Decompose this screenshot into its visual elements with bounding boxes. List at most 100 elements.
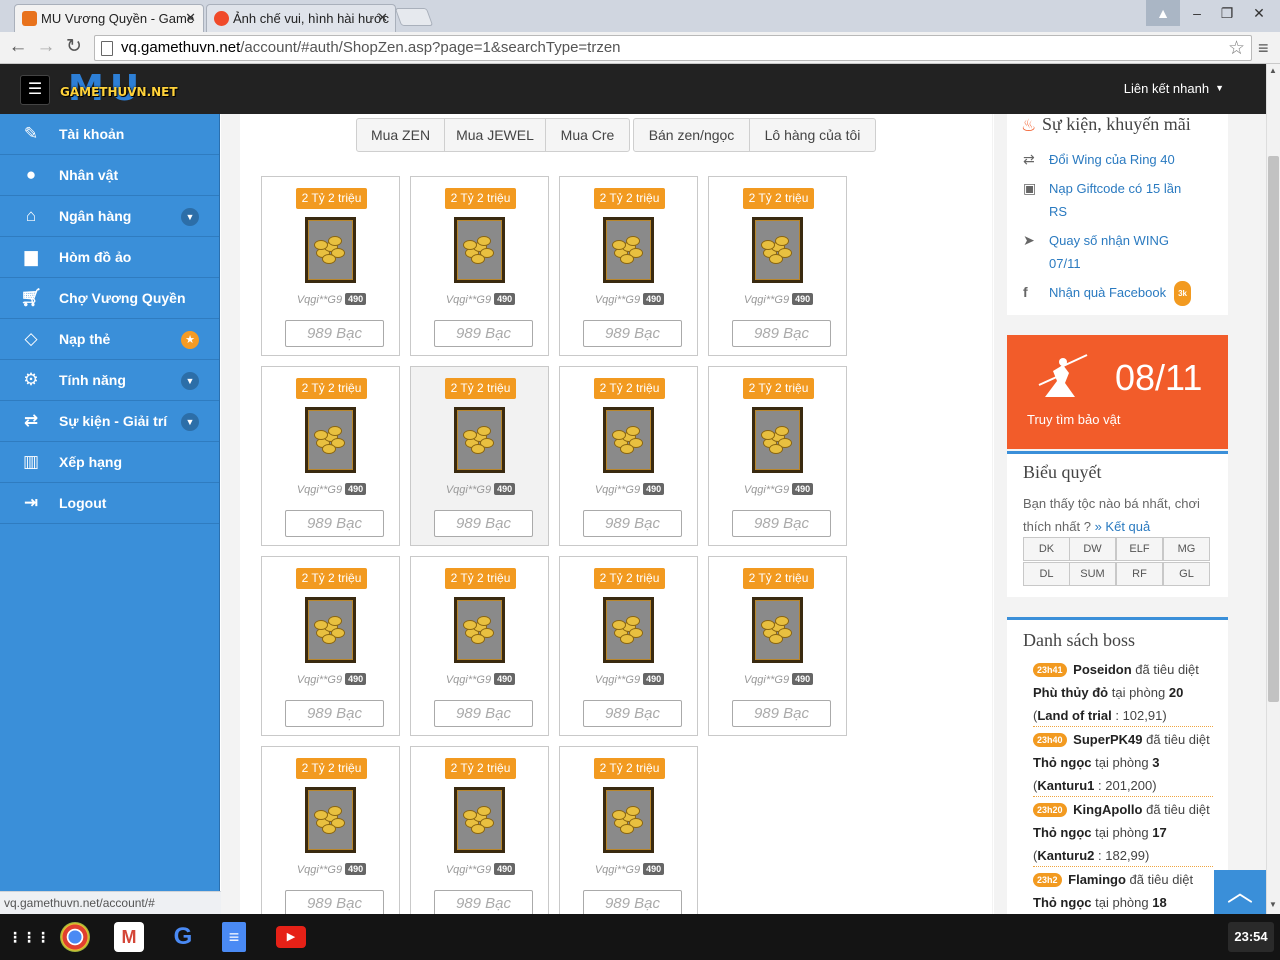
buy-price-button[interactable]: 989 Bạc: [732, 700, 831, 727]
gmail-icon[interactable]: M: [114, 922, 144, 952]
event-link[interactable]: Quay số nhận WING 07/11: [1049, 229, 1199, 275]
level-badge: 490: [494, 483, 516, 495]
buy-price-button[interactable]: 989 Bạc: [285, 700, 384, 727]
docs-icon[interactable]: ≡: [222, 922, 246, 952]
buy-price-button[interactable]: 989 Bạc: [285, 890, 384, 914]
gold-coins-icon: [612, 234, 645, 264]
coin-icon: [322, 254, 336, 264]
gold-coins-icon: [314, 804, 347, 834]
boss-name: Thỏ ngọc: [1033, 755, 1092, 770]
poll-option-dk[interactable]: DK: [1023, 537, 1070, 561]
price-badge: 2 Tỷ 2 triệu: [594, 378, 665, 399]
shop-item-card[interactable]: 2 Tỷ 2 triệu Vqgi**G9 490 989 Bạc: [261, 746, 400, 914]
poll-option-rf[interactable]: RF: [1116, 562, 1163, 586]
scroll-down-arrow-icon[interactable]: ▼: [1269, 900, 1277, 909]
chrome-icon[interactable]: [60, 922, 90, 952]
buy-price-button[interactable]: 989 Bạc: [732, 510, 831, 537]
shop-item-card[interactable]: 2 Tỷ 2 triệu Vqgi**G9 490 989 Bạc: [410, 556, 549, 736]
buy-price-button[interactable]: 989 Bạc: [434, 700, 533, 727]
event-link[interactable]: Đổi Wing của Ring 40: [1049, 148, 1199, 171]
coin-icon: [314, 620, 328, 630]
shop-item-card[interactable]: 2 Tỷ 2 triệu Vqgi**G9 490 989 Bạc: [708, 556, 847, 736]
seller-name: Vqgi**G9 490: [262, 293, 401, 306]
boss-time-badge: 23h20: [1033, 803, 1067, 817]
buy-price-button[interactable]: 989 Bạc: [434, 890, 533, 914]
shop-item-card[interactable]: 2 Tỷ 2 triệu Vqgi**G9 490 989 Bạc: [261, 176, 400, 356]
shop-item-card[interactable]: 2 Tỷ 2 triệu Vqgi**G9 490 989 Bạc: [410, 176, 549, 356]
poll-option-mg[interactable]: MG: [1163, 537, 1210, 561]
coin-icon: [775, 426, 789, 436]
buy-price-button[interactable]: 989 Bạc: [285, 510, 384, 537]
player-name[interactable]: KingApollo: [1073, 802, 1142, 817]
coin-icon: [471, 444, 485, 454]
coin-icon: [761, 620, 775, 630]
seller-name: Vqgi**G9 490: [262, 483, 401, 496]
coin-icon: [322, 444, 336, 454]
zen-item-image: [454, 597, 505, 663]
scroll-up-arrow-icon[interactable]: ▲: [1269, 66, 1277, 75]
poll-result-link[interactable]: » Kết quả: [1095, 519, 1151, 534]
event-item[interactable]: f Nhận quà Facebook 3k: [1023, 281, 1223, 306]
level-badge: 490: [643, 863, 665, 875]
zen-item-image: [454, 217, 505, 283]
boss-name: Thỏ ngọc: [1033, 895, 1092, 910]
shop-item-card[interactable]: 2 Tỷ 2 triệu Vqgi**G9 490 989 Bạc: [708, 176, 847, 356]
poll-option-gl[interactable]: GL: [1163, 562, 1210, 586]
shop-item-card[interactable]: 2 Tỷ 2 triệu Vqgi**G9 490 989 Bạc: [410, 366, 549, 546]
gold-coins-icon: [761, 234, 794, 264]
shop-item-card[interactable]: 2 Tỷ 2 triệu Vqgi**G9 490 989 Bạc: [559, 366, 698, 546]
poll-option-dw[interactable]: DW: [1069, 537, 1116, 561]
coin-icon: [620, 444, 634, 454]
buy-price-button[interactable]: 989 Bạc: [434, 320, 533, 347]
boss-entry: 23h40 SuperPK49 đã tiêu diệt Thỏ ngọc tạ…: [1033, 732, 1210, 793]
zen-item-image: [454, 407, 505, 473]
event-link[interactable]: Nhận quà Facebook 3k: [1049, 281, 1199, 306]
poll-option-elf[interactable]: ELF: [1116, 537, 1163, 561]
treasure-hunt-banner[interactable]: 08/11 Truy tìm bảo vật: [1007, 335, 1228, 449]
player-name[interactable]: Flamingo: [1068, 872, 1126, 887]
coin-icon: [612, 620, 626, 630]
buy-price-button[interactable]: 989 Bạc: [583, 700, 682, 727]
event-item[interactable]: ▣ Nạp Giftcode có 15 lần RS: [1023, 177, 1223, 223]
shop-item-card[interactable]: 2 Tỷ 2 triệu Vqgi**G9 490 989 Bạc: [410, 746, 549, 914]
level-badge: 490: [345, 293, 367, 305]
facebook-icon: f: [1023, 284, 1028, 300]
coin-icon: [626, 236, 640, 246]
zen-item-image: [305, 787, 356, 853]
app-launcher-icon[interactable]: ⋮⋮⋮: [8, 922, 50, 952]
buy-price-button[interactable]: 989 Bạc: [434, 510, 533, 537]
shop-item-card[interactable]: 2 Tỷ 2 triệu Vqgi**G9 490 989 Bạc: [261, 556, 400, 736]
poll-option-dl[interactable]: DL: [1023, 562, 1070, 586]
shop-item-card[interactable]: 2 Tỷ 2 triệu Vqgi**G9 490 989 Bạc: [559, 176, 698, 356]
event-link[interactable]: Nạp Giftcode có 15 lần RS: [1049, 177, 1199, 223]
coin-icon: [314, 810, 328, 820]
coin-icon: [322, 634, 336, 644]
player-name[interactable]: Poseidon: [1073, 662, 1132, 677]
shop-item-card[interactable]: 2 Tỷ 2 triệu Vqgi**G9 490 989 Bạc: [559, 746, 698, 914]
coin-icon: [775, 236, 789, 246]
coin-icon: [775, 616, 789, 626]
event-item[interactable]: ⇄ Đổi Wing của Ring 40: [1023, 148, 1223, 171]
shop-item-card[interactable]: 2 Tỷ 2 triệu Vqgi**G9 490 989 Bạc: [708, 366, 847, 546]
buy-price-button[interactable]: 989 Bạc: [583, 320, 682, 347]
player-name[interactable]: SuperPK49: [1073, 732, 1142, 747]
level-badge: 490: [643, 483, 665, 495]
buy-price-button[interactable]: 989 Bạc: [732, 320, 831, 347]
buy-price-button[interactable]: 989 Bạc: [285, 320, 384, 347]
send-icon: ➤: [1023, 232, 1035, 248]
google-icon[interactable]: G: [168, 922, 198, 952]
promo-date: 08/11: [1115, 357, 1203, 398]
coin-icon: [612, 810, 626, 820]
buy-price-button[interactable]: 989 Bạc: [583, 510, 682, 537]
scrollbar-thumb[interactable]: [1268, 156, 1279, 702]
buy-price-button[interactable]: 989 Bạc: [583, 890, 682, 914]
scroll-to-top-button[interactable]: ︿: [1214, 870, 1266, 914]
page-scrollbar[interactable]: ▲ ▼: [1266, 64, 1280, 914]
event-item[interactable]: ➤ Quay số nhận WING 07/11: [1023, 229, 1223, 275]
coin-icon: [769, 634, 783, 644]
shop-item-card[interactable]: 2 Tỷ 2 triệu Vqgi**G9 490 989 Bạc: [559, 556, 698, 736]
coin-icon: [612, 240, 626, 250]
youtube-icon[interactable]: ▶: [276, 926, 306, 948]
poll-option-sum[interactable]: SUM: [1069, 562, 1116, 586]
shop-item-card[interactable]: 2 Tỷ 2 triệu Vqgi**G9 490 989 Bạc: [261, 366, 400, 546]
